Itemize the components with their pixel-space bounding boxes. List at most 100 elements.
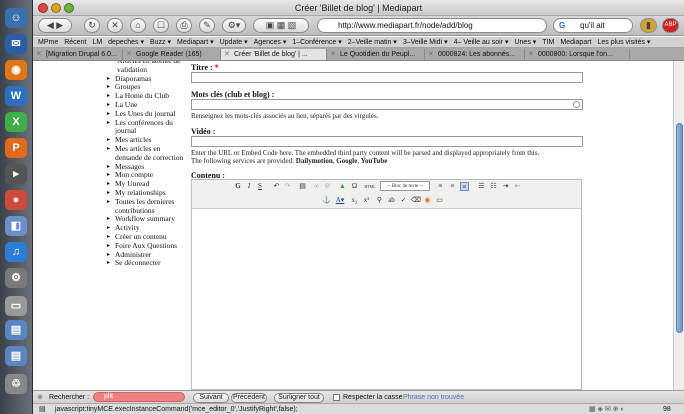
tools-button[interactable]: ⚙▾: [222, 18, 246, 33]
adblock-icon[interactable]: ABP: [662, 18, 679, 33]
paste-icon[interactable]: ▤: [298, 182, 307, 191]
bookmark-item[interactable]: MPme: [38, 39, 58, 46]
font-color-icon[interactable]: A▾: [334, 196, 346, 205]
superscript-icon[interactable]: x²: [362, 196, 371, 205]
nav-item[interactable]: Les conférences du journal: [105, 118, 185, 137]
print-button[interactable]: ⎙: [176, 18, 192, 33]
tab-item[interactable]: ✕ Créer 'Billet de blog' | ...: [221, 49, 327, 60]
nav-item[interactable]: Articles en attente de validation: [105, 61, 185, 75]
format-select[interactable]: -- Bloc de texte --: [380, 181, 430, 191]
bookmark-item[interactable]: Les plus visités ▾: [598, 39, 651, 46]
highlight-all-button[interactable]: Surligner tout: [274, 393, 324, 403]
bookmark-item[interactable]: 1–Conférence ▾: [292, 39, 341, 46]
match-case-checkbox[interactable]: [333, 394, 340, 401]
redo-icon[interactable]: ↷: [283, 182, 292, 191]
link-icon[interactable]: ∞: [312, 182, 321, 191]
tab-item[interactable]: ✕ [Migration Drupal 6.0...: [33, 49, 123, 60]
close-tab-icon[interactable]: ✕: [428, 49, 434, 60]
cleanup-icon[interactable]: ⌫: [411, 196, 421, 205]
edit-button[interactable]: ✎: [199, 18, 215, 33]
align-left-icon[interactable]: ≡: [436, 182, 445, 191]
search-engine-icon[interactable]: G: [559, 19, 565, 32]
find-next-button[interactable]: Suivant: [193, 393, 229, 403]
terminal-icon[interactable]: ▸: [5, 164, 27, 184]
bookmark-item[interactable]: 4– Veille au soir ▾: [454, 39, 509, 46]
trash-icon[interactable]: ♲: [5, 374, 27, 394]
bookmark-item[interactable]: LM: [92, 39, 102, 46]
finder-icon[interactable]: ☺: [5, 8, 27, 28]
tab-item[interactable]: ✕ Google Reader (165): [123, 49, 221, 60]
back-forward-button[interactable]: ◀ ▶: [38, 18, 72, 33]
word-icon[interactable]: W: [5, 86, 27, 106]
firefox-icon[interactable]: ◉: [5, 60, 27, 80]
reload-button[interactable]: ↻: [84, 18, 100, 33]
itunes-icon[interactable]: ♫: [5, 242, 27, 262]
find-input[interactable]: plit: [93, 392, 185, 402]
replace-icon[interactable]: ab: [387, 196, 396, 205]
bookmark-item[interactable]: Update ▾: [220, 39, 248, 46]
excel-icon[interactable]: X: [5, 112, 27, 132]
powerpoint-icon[interactable]: P: [5, 138, 27, 158]
bookmark-item[interactable]: 3–Veille Midi ▾: [403, 39, 448, 46]
undo-icon[interactable]: ↶: [272, 182, 281, 191]
close-tab-icon[interactable]: ✕: [224, 49, 230, 60]
vertical-scrollbar[interactable]: [673, 61, 684, 390]
system-preferences-icon[interactable]: ⚙: [5, 268, 27, 288]
bullet-list-icon[interactable]: ☰: [477, 182, 486, 191]
bookmark-item[interactable]: Agences ▾: [254, 39, 287, 46]
image-icon[interactable]: ▲: [338, 182, 347, 191]
underline-button[interactable]: S: [256, 182, 264, 191]
preview-icon[interactable]: ◧: [5, 216, 27, 236]
find-prev-button[interactable]: Précédent: [231, 393, 267, 403]
special-char-icon[interactable]: Ω: [350, 182, 359, 191]
indent-icon[interactable]: ⇥: [501, 182, 510, 191]
home-button[interactable]: ⌂: [130, 18, 146, 33]
editor-body[interactable]: [192, 210, 581, 389]
media-icon[interactable]: ◉: [423, 196, 432, 205]
url-bar[interactable]: http://www.mediapart.fr/node/add/blog: [317, 18, 547, 33]
bookmark-button[interactable]: ☐: [153, 18, 169, 33]
bookmark-item[interactable]: Récent: [64, 39, 86, 46]
nav-item[interactable]: Mes articles en demande de correction: [105, 144, 185, 163]
scrollbar-thumb[interactable]: [676, 123, 683, 333]
anchor-icon[interactable]: ⚓: [322, 196, 331, 205]
align-center-icon[interactable]: ≡: [448, 182, 457, 191]
html-button[interactable]: HTML: [363, 182, 377, 191]
spellcheck-icon[interactable]: ✓: [399, 196, 408, 205]
bookmark-item[interactable]: Mediapart: [560, 39, 591, 46]
nav-item[interactable]: Toutes les dernieres contributions: [105, 197, 185, 216]
subscript-icon[interactable]: x₂: [350, 196, 359, 205]
bookmark-item[interactable]: depeches ▾: [108, 39, 144, 46]
tags-input[interactable]: [191, 99, 583, 110]
tab-item[interactable]: ✕ Le Quotidien du Peupl...: [327, 49, 425, 60]
bold-button[interactable]: G: [234, 182, 242, 191]
close-tab-icon[interactable]: ✕: [36, 49, 42, 60]
close-window-icon[interactable]: [38, 3, 48, 13]
folder-icon[interactable]: ▤: [5, 320, 27, 340]
find-icon[interactable]: ⚲: [375, 196, 384, 205]
outdent-icon[interactable]: ⇤: [513, 182, 522, 191]
folder-icon[interactable]: ▤: [5, 346, 27, 366]
align-right-icon[interactable]: ≡: [460, 182, 469, 191]
zoom-window-icon[interactable]: [64, 3, 74, 13]
italic-button[interactable]: I: [245, 182, 253, 191]
app-icon[interactable]: ●: [5, 190, 27, 210]
tab-item[interactable]: ✕ 0000800: Lorsque l'on...: [525, 49, 630, 60]
numbered-list-icon[interactable]: ☷: [489, 182, 498, 191]
tab-item[interactable]: ✕ 0000824: Les abonnés...: [425, 49, 525, 60]
close-tab-icon[interactable]: ✕: [330, 49, 336, 60]
search-field[interactable]: G qu'il ait: [553, 18, 633, 33]
nav-item[interactable]: Se déconnecter: [105, 259, 185, 268]
close-tab-icon[interactable]: ✕: [528, 49, 534, 60]
addon-icon[interactable]: ▮: [640, 18, 657, 33]
close-tab-icon[interactable]: ✕: [126, 49, 132, 60]
bookmark-item[interactable]: TIM: [542, 39, 554, 46]
minimize-window-icon[interactable]: [51, 3, 61, 13]
fullscreen-icon[interactable]: ▭: [435, 196, 444, 205]
disk-icon[interactable]: ▭: [5, 296, 27, 316]
bookmark-item[interactable]: Buzz ▾: [150, 39, 171, 46]
video-input[interactable]: [191, 136, 583, 147]
unlink-icon[interactable]: ⊘: [323, 182, 332, 191]
bookmark-item[interactable]: Mediapart ▾: [177, 39, 214, 46]
app-icon[interactable]: ✉: [5, 34, 27, 54]
